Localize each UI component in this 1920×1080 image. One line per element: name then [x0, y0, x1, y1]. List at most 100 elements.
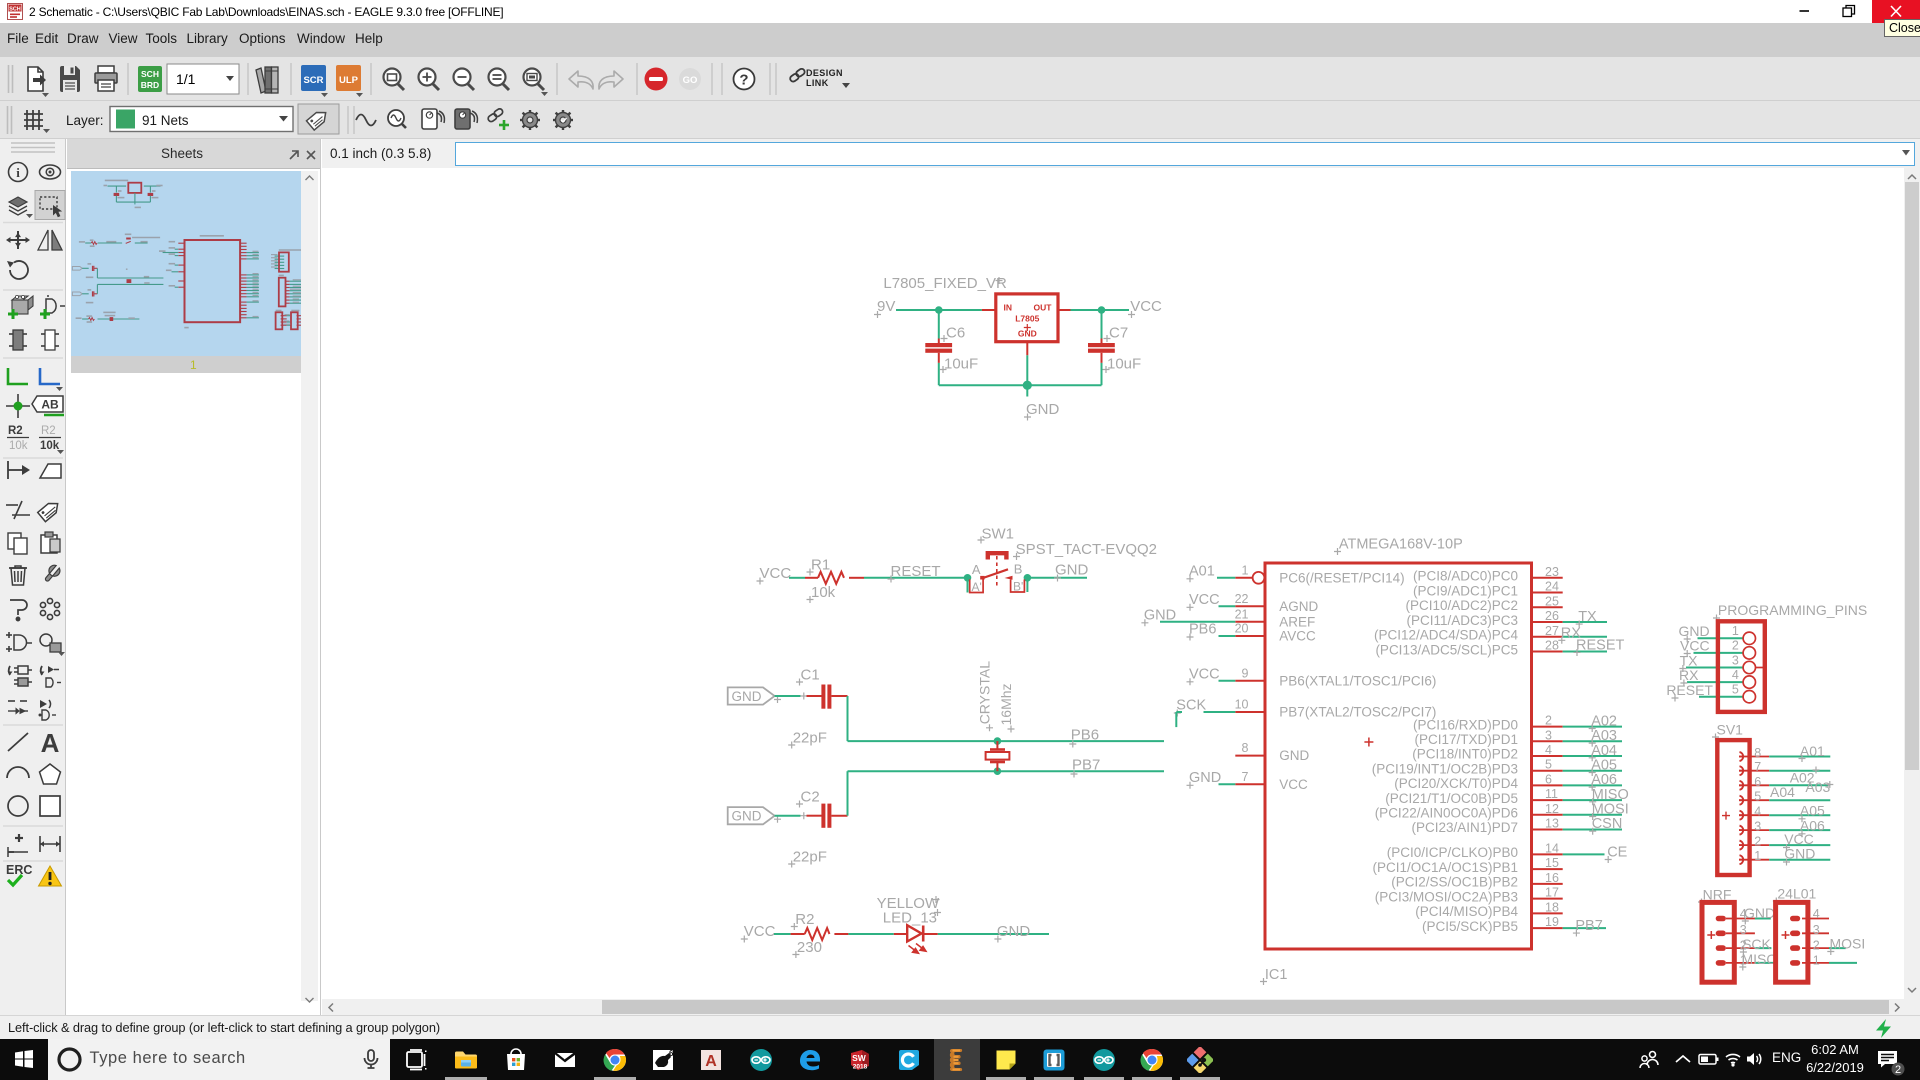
- svg-text:PB7: PB7: [1072, 757, 1100, 774]
- svg-text:10k: 10k: [40, 440, 60, 452]
- svg-text:91 Nets: 91 Nets: [142, 113, 189, 128]
- svg-text:16Mhz: 16Mhz: [998, 683, 1014, 725]
- svg-text:SPST_TACT-EVQQ2: SPST_TACT-EVQQ2: [1016, 541, 1157, 558]
- svg-text:R2: R2: [8, 425, 23, 437]
- svg-text:ULP: ULP: [339, 75, 359, 86]
- svg-text:GND: GND: [1018, 329, 1037, 339]
- svg-text:L7805_FIXED_VR: L7805_FIXED_VR: [883, 275, 1007, 292]
- svg-text:GND: GND: [1189, 770, 1221, 786]
- svg-text:AB: AB: [41, 398, 59, 412]
- svg-text:(PCI3/MOSI/OC2A)PB3: (PCI3/MOSI/OC2A)PB3: [1375, 889, 1518, 904]
- svg-text:A: A: [705, 1053, 717, 1070]
- svg-text:PB6(XTAL1/TOSC1/PCI6): PB6(XTAL1/TOSC1/PCI6): [1279, 673, 1436, 688]
- svg-text:VCC: VCC: [760, 565, 792, 582]
- svg-text:1/1: 1/1: [176, 71, 196, 87]
- svg-text:3: 3: [1740, 923, 1747, 937]
- svg-text:GND: GND: [1026, 401, 1060, 418]
- svg-text:15: 15: [1545, 856, 1559, 870]
- svg-text:(PCI0/ICP/CLKO)PB0: (PCI0/ICP/CLKO)PB0: [1387, 845, 1518, 860]
- svg-text:10k: 10k: [9, 440, 28, 452]
- svg-text:5: 5: [1754, 790, 1761, 804]
- svg-text:C1: C1: [801, 667, 820, 684]
- svg-text:7: 7: [1242, 770, 1249, 784]
- svg-text:10k: 10k: [811, 584, 836, 601]
- svg-text:20: 20: [1235, 622, 1249, 636]
- svg-text:A06: A06: [1591, 772, 1617, 788]
- svg-text:14: 14: [1545, 841, 1559, 855]
- svg-text:CRYSTAL: CRYSTAL: [977, 661, 993, 724]
- svg-text:VCC: VCC: [744, 923, 776, 940]
- svg-text:BRD: BRD: [141, 80, 159, 90]
- svg-text:2: 2: [1545, 714, 1552, 728]
- svg-text:MOSI: MOSI: [1830, 936, 1866, 952]
- svg-text:25: 25: [1545, 594, 1559, 608]
- svg-text:(PCI9/ADC1)PC1: (PCI9/ADC1)PC1: [1413, 583, 1518, 598]
- svg-text:2: 2: [1813, 939, 1820, 953]
- svg-text:(PCI16/RXD)PD0: (PCI16/RXD)PD0: [1413, 717, 1518, 732]
- svg-text:PB7: PB7: [1575, 918, 1602, 934]
- svg-text:SV1: SV1: [1717, 722, 1744, 738]
- svg-text:R1: R1: [811, 557, 830, 574]
- svg-text:7: 7: [1754, 760, 1761, 774]
- svg-text:(PCI17/TXD)PD1: (PCI17/TXD)PD1: [1414, 732, 1518, 747]
- svg-text:3: 3: [1732, 653, 1739, 667]
- svg-text:GND: GND: [997, 923, 1031, 940]
- svg-text:(PCI5/SCK)PB5: (PCI5/SCK)PB5: [1422, 919, 1518, 934]
- svg-text:1: 1: [1754, 849, 1761, 863]
- svg-text:AGND: AGND: [1279, 599, 1318, 614]
- svg-text:DESIGN: DESIGN: [806, 68, 843, 78]
- svg-text:LED_13: LED_13: [883, 910, 937, 927]
- svg-text:(PCI8/ADC0)PC0: (PCI8/ADC0)PC0: [1413, 569, 1518, 584]
- svg-text:2018: 2018: [853, 1064, 868, 1071]
- svg-text:R2: R2: [795, 911, 814, 928]
- svg-text:ERC: ERC: [6, 863, 32, 877]
- svg-text:GND: GND: [1279, 748, 1309, 763]
- svg-text:PB6: PB6: [1071, 727, 1099, 744]
- svg-text:GND: GND: [732, 809, 762, 824]
- svg-text:C7: C7: [1109, 325, 1128, 342]
- svg-text:A: A: [972, 562, 981, 577]
- svg-text:A03: A03: [1591, 728, 1617, 744]
- svg-text:(PCI4/MISO)PB4: (PCI4/MISO)PB4: [1415, 904, 1518, 919]
- svg-text:6: 6: [1754, 775, 1761, 789]
- svg-text:8: 8: [1754, 746, 1761, 760]
- svg-text:1: 1: [1732, 624, 1739, 638]
- svg-text:2: 2: [1754, 835, 1761, 849]
- svg-text:22pF: 22pF: [793, 849, 827, 866]
- svg-text:?: ?: [739, 72, 748, 89]
- svg-text:RESET: RESET: [1666, 682, 1713, 698]
- svg-text:(PCI10/ADC2)PC2: (PCI10/ADC2)PC2: [1405, 598, 1518, 613]
- svg-text:i: i: [16, 165, 20, 180]
- svg-text:(PCI22/AIN0OC0A)PD6: (PCI22/AIN0OC0A)PD6: [1375, 806, 1518, 821]
- svg-text:Layer:: Layer:: [66, 113, 104, 128]
- svg-text:VCC: VCC: [1279, 777, 1308, 792]
- svg-text:A01: A01: [1800, 743, 1825, 759]
- svg-text:A01: A01: [1189, 563, 1215, 579]
- svg-text:(PCI23/AIN1)PD7: (PCI23/AIN1)PD7: [1411, 820, 1518, 835]
- svg-text:(PCI1/OC1A/OC1S)PB1: (PCI1/OC1A/OC1S)PB1: [1372, 860, 1518, 875]
- svg-text:24: 24: [1545, 580, 1559, 594]
- svg-text:26: 26: [1545, 609, 1559, 623]
- svg-text:10uF: 10uF: [944, 356, 978, 373]
- svg-text:OUT: OUT: [1034, 303, 1053, 313]
- svg-text:5: 5: [1732, 683, 1739, 697]
- svg-text:A: A: [41, 728, 60, 758]
- svg-text:GND: GND: [1055, 562, 1089, 579]
- svg-text:12: 12: [1545, 802, 1559, 816]
- svg-text:27: 27: [1545, 624, 1559, 638]
- svg-text:3: 3: [1545, 728, 1552, 742]
- svg-text:AVCC: AVCC: [1279, 629, 1316, 644]
- svg-text:TX: TX: [1578, 609, 1597, 625]
- svg-text:2: 2: [1732, 639, 1739, 653]
- svg-text:VCC: VCC: [1189, 666, 1220, 682]
- svg-text:18: 18: [1545, 900, 1559, 914]
- svg-text:3: 3: [1754, 820, 1761, 834]
- svg-text:SW1: SW1: [982, 526, 1015, 543]
- svg-text:9V: 9V: [877, 298, 895, 315]
- svg-text:MISO: MISO: [1742, 951, 1778, 967]
- svg-text:R2: R2: [41, 425, 56, 437]
- svg-text:6: 6: [669, 1049, 674, 1058]
- svg-text:VCC: VCC: [1130, 298, 1162, 315]
- svg-text:SCH: SCH: [9, 7, 20, 13]
- svg-text:1: 1: [1813, 953, 1820, 967]
